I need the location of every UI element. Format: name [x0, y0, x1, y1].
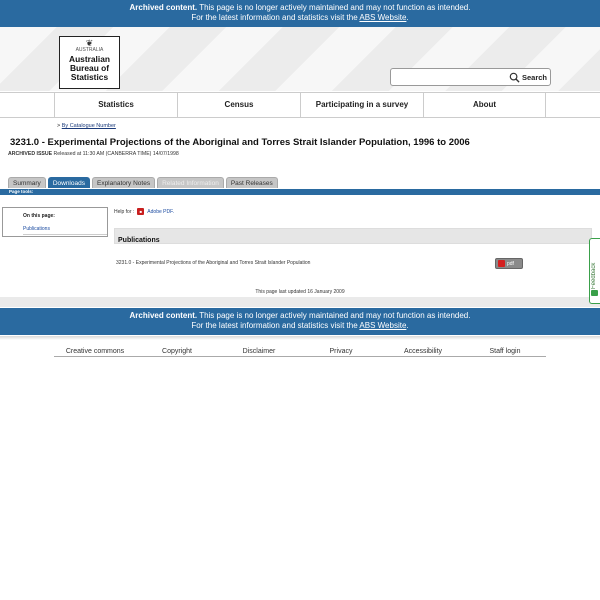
archive-banner-line2-suffix-bottom: .: [406, 320, 409, 330]
archived-issue-label: ARCHIVED ISSUE: [8, 151, 53, 157]
page-tools-label[interactable]: Page tools:: [9, 189, 33, 195]
archive-banner-strong-bottom: Archived content.: [129, 311, 198, 320]
footer-link-creative-commons[interactable]: Creative commons: [54, 347, 136, 357]
logo-crest-text: AUSTRALIA: [75, 47, 104, 53]
archive-banner-top: Archived content. This page is no longer…: [0, 0, 600, 27]
publications-header: Publications: [114, 228, 592, 244]
nav-item-participating-in-a-survey[interactable]: Participating in a survey: [300, 93, 423, 117]
tab-past-releases[interactable]: Past Releases: [225, 177, 278, 188]
release-info: Released at 11:30 AM (CANBERRA TIME) 14/…: [52, 151, 179, 157]
search-icon: [509, 72, 520, 83]
tab-explanatory-notes[interactable]: Explanatory Notes: [91, 177, 156, 188]
publication-tabs: Summary Downloads Explanatory Notes Rela…: [8, 177, 278, 188]
archive-banner-bottom: Archived content. This page is no longer…: [0, 308, 600, 335]
nav-item-census[interactable]: Census: [177, 93, 300, 117]
publication-row: 3231.0 - Experimental Projections of the…: [114, 256, 592, 272]
adobe-pdf-link[interactable]: Adobe PDF.: [147, 209, 174, 215]
search-button[interactable]: Search: [509, 70, 547, 84]
adobe-pdf-icon: ■: [137, 208, 145, 215]
on-this-page-heading: On this page:: [23, 213, 55, 219]
abs-website-link-bottom[interactable]: ABS Website: [359, 321, 406, 330]
logo-line-3: Statistics: [70, 72, 109, 82]
on-this-page-box: On this page: Publications: [2, 207, 108, 237]
tab-summary[interactable]: Summary: [8, 177, 46, 188]
publications-heading: Publications: [118, 237, 160, 244]
search-input[interactable]: [391, 71, 509, 88]
help-for-label: Help for :: [114, 208, 135, 215]
last-updated: This page last updated 16 January 2009: [255, 289, 345, 295]
breadcrumb: > By Catalogue Number: [57, 123, 116, 129]
tab-related-information: Related Information: [157, 177, 224, 188]
main-nav: Statistics Census Participating in a sur…: [0, 92, 600, 118]
page-tools-bar: Page tools:: [0, 189, 600, 195]
search-button-label: Search: [521, 72, 547, 82]
pdf-download-button[interactable]: pdf: [495, 258, 523, 269]
feedback-label: Feedback: [591, 262, 597, 289]
archive-banner-line2-prefix-bottom: For the latest information and statistic…: [191, 320, 360, 330]
page-title: 3231.0 - Experimental Projections of the…: [10, 137, 470, 148]
breadcrumb-link-by-catalogue-number[interactable]: By Catalogue Number: [62, 123, 116, 129]
nav-item-statistics[interactable]: Statistics: [54, 93, 177, 117]
footer-link-staff-login[interactable]: Staff login: [464, 347, 546, 357]
on-this-page-link-publications[interactable]: Publications: [23, 226, 107, 235]
archive-banner-line2-prefix: For the latest information and statistic…: [191, 12, 360, 22]
tab-downloads[interactable]: Downloads: [47, 177, 90, 188]
pdf-download-label: pdf: [507, 260, 514, 267]
banner-shadow: [0, 336, 600, 340]
footer-link-copyright[interactable]: Copyright: [136, 347, 218, 357]
feedback-icon: [591, 290, 598, 296]
pdf-icon: [498, 260, 505, 267]
site-footer: Creative commons Copyright Disclaimer Pr…: [0, 347, 600, 357]
nav-item-about[interactable]: About: [423, 93, 546, 117]
footer-link-privacy[interactable]: Privacy: [300, 347, 382, 357]
issue-info: ARCHIVED ISSUE Released at 11:30 AM (CAN…: [8, 151, 179, 157]
publication-name: 3231.0 - Experimental Projections of the…: [116, 260, 311, 266]
site-header: ❦ AUSTRALIA Australian Bureau of Statist…: [0, 27, 600, 91]
search-box: Search: [390, 68, 551, 88]
feedback-tab[interactable]: Feedback: [589, 238, 600, 304]
divider-band: [0, 297, 600, 307]
help-for: Help for : ■ Adobe PDF.: [114, 208, 174, 215]
abs-website-link[interactable]: ABS Website: [359, 13, 406, 22]
archive-banner-message-bottom: This page is no longer actively maintain…: [197, 311, 471, 320]
archive-banner-line2-suffix: .: [406, 12, 409, 22]
abs-logo[interactable]: ❦ AUSTRALIA Australian Bureau of Statist…: [59, 36, 120, 89]
footer-link-disclaimer[interactable]: Disclaimer: [218, 347, 300, 357]
footer-link-accessibility[interactable]: Accessibility: [382, 347, 464, 357]
archive-banner-strong: Archived content.: [129, 3, 198, 12]
archive-banner-message: This page is no longer actively maintain…: [197, 3, 471, 12]
